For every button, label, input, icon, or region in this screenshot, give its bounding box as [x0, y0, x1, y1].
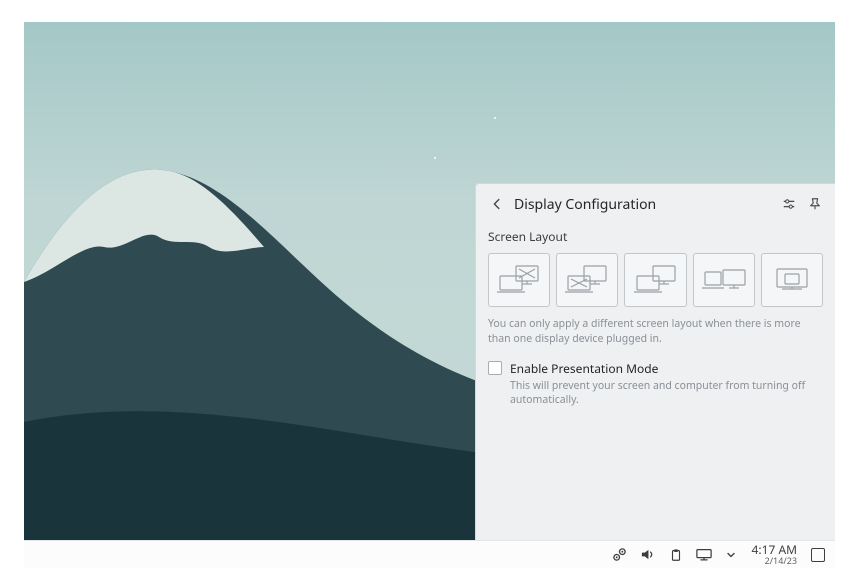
- clipboard-icon: [669, 548, 683, 562]
- presentation-mode-description: This will prevent your screen and comput…: [510, 379, 823, 407]
- tray-display-button[interactable]: [696, 547, 712, 563]
- tray-volume-button[interactable]: [640, 547, 656, 563]
- chevron-left-icon: [490, 197, 504, 211]
- layout-mirror-icon: [767, 262, 817, 298]
- layout-extend-left-icon: [699, 262, 749, 298]
- layout-primary-only-icon: [494, 262, 544, 298]
- wallpaper: Display Configuration Screen Lay: [24, 22, 835, 540]
- layout-option-secondary-only[interactable]: [556, 253, 618, 307]
- system-tray: [612, 547, 738, 563]
- updates-icon: [612, 547, 627, 562]
- screen-layout-heading: Screen Layout: [488, 228, 823, 245]
- pin-icon: [808, 197, 822, 211]
- display-icon: [696, 548, 712, 562]
- chevron-down-icon: [725, 549, 737, 561]
- tray-expand-button[interactable]: [724, 548, 738, 562]
- layout-hint-text: You can only apply a different screen la…: [488, 317, 823, 346]
- popup-title: Display Configuration: [514, 195, 773, 214]
- tray-updates-button[interactable]: [612, 547, 628, 563]
- volume-icon: [640, 547, 655, 562]
- configure-button[interactable]: [779, 194, 799, 214]
- layout-secondary-only-icon: [562, 262, 612, 298]
- back-button[interactable]: [486, 193, 508, 215]
- taskbar: 4:17 AM 2/14/23: [24, 540, 835, 568]
- show-desktop-button[interactable]: [811, 548, 825, 562]
- taskbar-clock[interactable]: 4:17 AM 2/14/23: [752, 544, 797, 565]
- screen-layout-options: [488, 253, 823, 307]
- layout-option-mirror[interactable]: [761, 253, 823, 307]
- pin-button[interactable]: [805, 194, 825, 214]
- layout-option-extend-left[interactable]: [693, 253, 755, 307]
- sliders-icon: [782, 197, 796, 211]
- layout-option-primary-only[interactable]: [488, 253, 550, 307]
- tray-clipboard-button[interactable]: [668, 547, 684, 563]
- presentation-mode-checkbox[interactable]: [488, 361, 502, 375]
- desktop: Display Configuration Screen Lay: [0, 0, 857, 583]
- display-configuration-popup: Display Configuration Screen Lay: [475, 183, 835, 540]
- layout-extend-right-icon: [631, 262, 681, 298]
- clock-date: 2/14/23: [765, 556, 797, 565]
- layout-option-extend-right[interactable]: [624, 253, 686, 307]
- presentation-mode-label[interactable]: Enable Presentation Mode: [510, 360, 823, 377]
